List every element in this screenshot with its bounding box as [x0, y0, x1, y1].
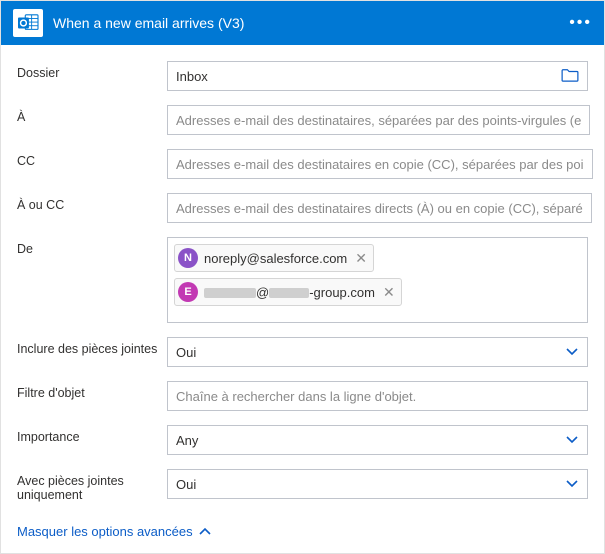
chip-email: @-group.com — [204, 285, 375, 300]
select-inclure[interactable]: Oui — [167, 337, 588, 367]
chip-remove-icon[interactable]: ✕ — [383, 285, 395, 299]
placeholder-filtre: Chaîne à rechercher dans la ligne d'obje… — [176, 389, 579, 404]
avatar: N — [178, 248, 198, 268]
chip-email: noreply@salesforce.com — [204, 251, 347, 266]
placeholder-a-ou-cc: Adresses e-mail des destinataires direct… — [176, 201, 583, 216]
label-dossier: Dossier — [17, 61, 167, 80]
card-body: Dossier Inbox À Adresses e-mail des dest… — [1, 45, 604, 553]
select-value: Oui — [176, 345, 559, 360]
chevron-up-icon — [199, 525, 211, 539]
input-a[interactable]: Adresses e-mail des destinataires, sépar… — [167, 105, 590, 135]
card-header[interactable]: When a new email arrives (V3) ••• — [1, 1, 604, 45]
folder-picker[interactable]: Inbox — [167, 61, 588, 91]
input-filtre[interactable]: Chaîne à rechercher dans la ligne d'obje… — [167, 381, 588, 411]
select-value: Oui — [176, 477, 559, 492]
label-inclure: Inclure des pièces jointes — [17, 337, 167, 356]
input-a-ou-cc[interactable]: Adresses e-mail des destinataires direct… — [167, 193, 592, 223]
label-cc: CC — [17, 149, 167, 168]
label-a-ou-cc: À ou CC — [17, 193, 167, 212]
folder-icon[interactable] — [561, 68, 579, 85]
chevron-down-icon — [565, 344, 579, 360]
avatar: E — [178, 282, 198, 302]
select-avec[interactable]: Oui — [167, 469, 588, 499]
folder-value: Inbox — [176, 69, 555, 84]
email-chip: N noreply@salesforce.com ✕ — [174, 244, 374, 272]
more-options-button[interactable]: ••• — [569, 14, 592, 32]
trigger-card: When a new email arrives (V3) ••• Dossie… — [0, 0, 605, 554]
label-filtre: Filtre d'objet — [17, 381, 167, 400]
select-value: Any — [176, 433, 559, 448]
outlook-icon — [13, 9, 43, 37]
card-title: When a new email arrives (V3) — [53, 15, 559, 31]
advanced-options-link[interactable]: Masquer les options avancées — [17, 516, 211, 543]
email-chip: E @-group.com ✕ — [174, 278, 402, 306]
label-avec: Avec pièces jointes uniquement — [17, 469, 167, 502]
placeholder-cc: Adresses e-mail des destinataires en cop… — [176, 157, 584, 172]
chevron-down-icon — [565, 476, 579, 492]
input-de[interactable]: N noreply@salesforce.com ✕ E @-group.com… — [167, 237, 588, 323]
chevron-down-icon — [565, 432, 579, 448]
label-de: De — [17, 237, 167, 256]
advanced-options-label: Masquer les options avancées — [17, 524, 193, 539]
label-a: À — [17, 105, 167, 124]
chip-remove-icon[interactable]: ✕ — [355, 251, 367, 265]
label-importance: Importance — [17, 425, 167, 444]
placeholder-a: Adresses e-mail des destinataires, sépar… — [176, 113, 581, 128]
select-importance[interactable]: Any — [167, 425, 588, 455]
input-cc[interactable]: Adresses e-mail des destinataires en cop… — [167, 149, 593, 179]
